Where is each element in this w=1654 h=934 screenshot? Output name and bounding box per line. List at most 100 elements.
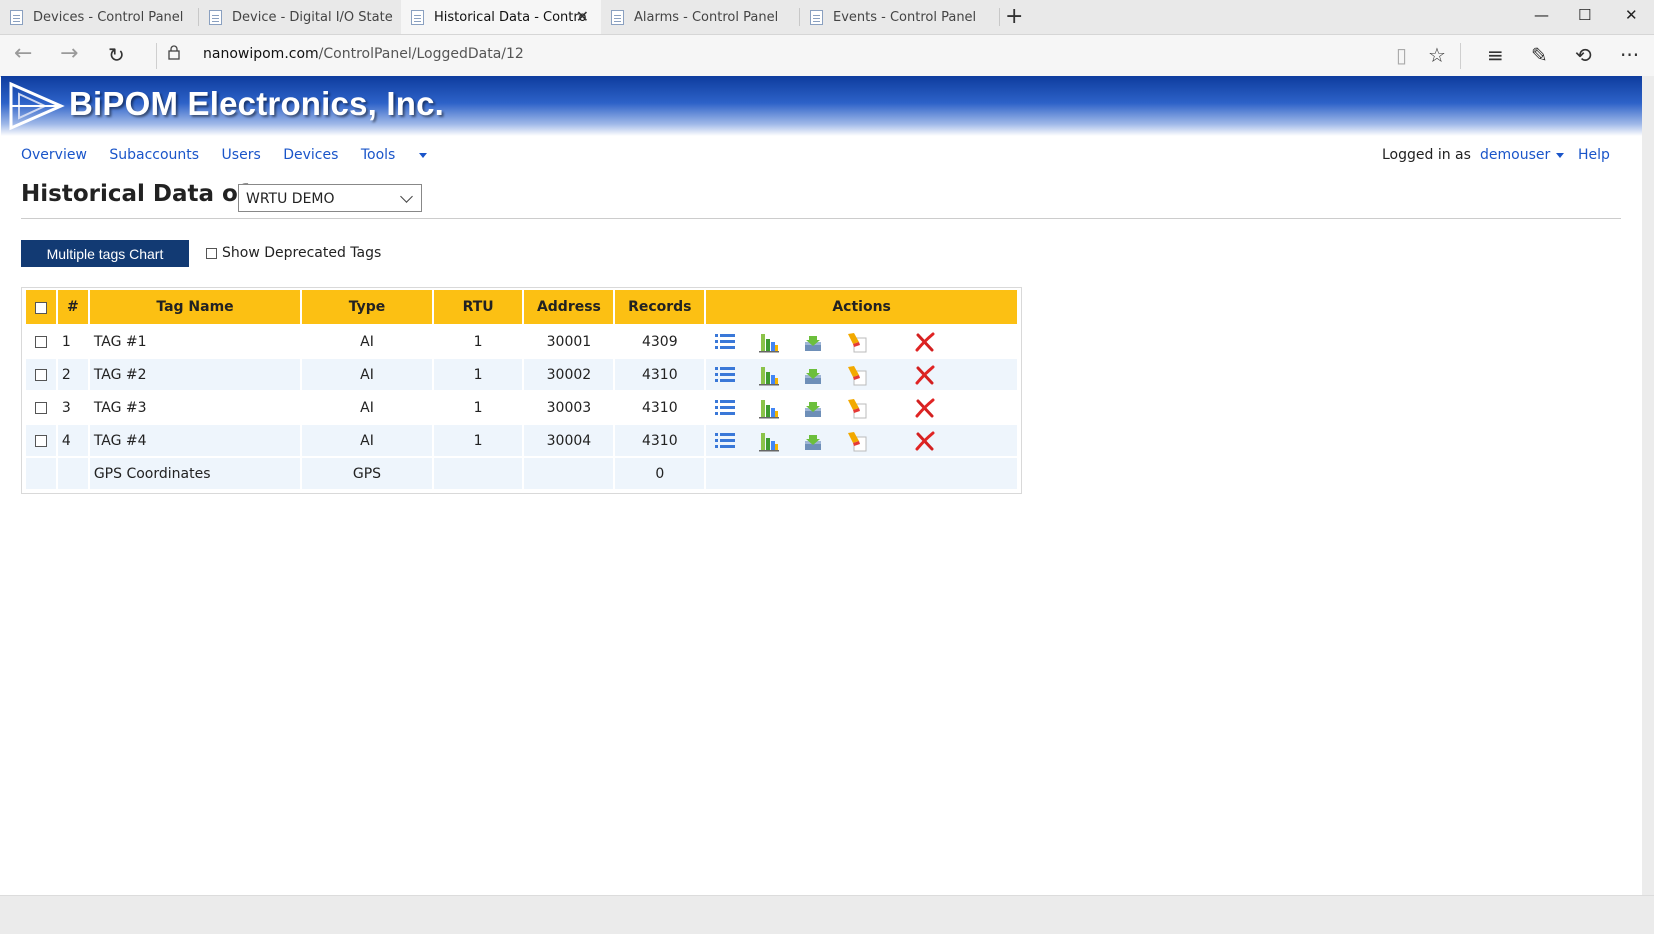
tag-records: 0 <box>615 458 705 491</box>
tab-title: Historical Data - Contro <box>434 9 587 25</box>
nav-subaccounts[interactable]: Subaccounts <box>109 147 199 163</box>
delete-icon[interactable] <box>914 430 936 452</box>
delete-icon[interactable] <box>914 364 936 386</box>
browser-tab-digital-io[interactable]: Device - Digital I/O State <box>199 0 399 34</box>
tag-records: 4310 <box>615 425 705 458</box>
tag-type: AI <box>302 326 432 359</box>
tag-name: GPS Coordinates <box>89 458 301 491</box>
multiple-tags-chart-button[interactable]: Multiple tags Chart <box>21 240 189 267</box>
chevron-down-icon <box>400 190 413 203</box>
clear-icon[interactable] <box>846 430 868 452</box>
new-tab-plus-icon[interactable]: + <box>1005 4 1023 29</box>
browser-tab-strip: Devices - Control Panel Device - Digital… <box>0 0 1654 35</box>
minimize-icon[interactable]: — <box>1534 6 1549 24</box>
row-checkbox[interactable] <box>34 401 47 414</box>
table-row: 4 TAG #4 AI 1 30004 4310 <box>26 425 1017 458</box>
web-note-icon[interactable]: ✎ <box>1531 43 1548 67</box>
delete-icon[interactable] <box>914 397 936 419</box>
list-icon[interactable] <box>714 397 736 419</box>
deprecated-checkbox[interactable] <box>206 247 217 259</box>
download-icon[interactable] <box>802 364 824 386</box>
clear-icon[interactable] <box>846 397 868 419</box>
main-nav: Overview Subaccounts Users Devices Tools <box>21 147 445 163</box>
list-icon[interactable] <box>714 430 736 452</box>
tab-title: Alarms - Control Panel <box>634 9 779 25</box>
column-header[interactable]: RTU <box>433 290 523 326</box>
close-window-icon[interactable]: ✕ <box>1625 6 1638 24</box>
column-header[interactable]: Type <box>302 290 432 326</box>
tag-records: 4309 <box>615 326 705 359</box>
row-number: 2 <box>57 359 88 392</box>
actions-cell <box>706 326 1017 359</box>
download-icon[interactable] <box>802 331 824 353</box>
favorite-star-icon[interactable]: ☆ <box>1428 43 1446 67</box>
more-icon[interactable]: ··· <box>1620 43 1639 67</box>
tag-type: AI <box>302 359 432 392</box>
reading-view-icon[interactable]: ▯ <box>1396 43 1407 67</box>
tag-table: # Tag Name Type RTU Address Records Acti… <box>21 287 1022 494</box>
row-number: 3 <box>57 392 88 425</box>
bar-chart-icon[interactable] <box>758 331 780 353</box>
bar-chart-icon[interactable] <box>758 397 780 419</box>
list-icon[interactable] <box>714 331 736 353</box>
help-link[interactable]: Help <box>1578 147 1610 163</box>
url-host: nanowipom.com <box>203 46 319 62</box>
nav-tools[interactable]: Tools <box>361 147 428 163</box>
share-icon[interactable]: ⟲ <box>1575 43 1592 67</box>
browser-tab-devices[interactable]: Devices - Control Panel <box>0 0 198 34</box>
device-select[interactable]: WRTU DEMO <box>238 184 422 212</box>
table-row: 1 TAG #1 AI 1 30001 4309 <box>26 326 1017 359</box>
clear-icon[interactable] <box>846 331 868 353</box>
row-checkbox[interactable] <box>34 368 47 381</box>
nav-overview[interactable]: Overview <box>21 147 87 163</box>
delete-icon[interactable] <box>914 331 936 353</box>
address-divider <box>1460 43 1461 69</box>
page-icon <box>810 9 823 25</box>
close-tab-icon[interactable]: ✕ <box>576 7 589 26</box>
nav-users[interactable]: Users <box>222 147 261 163</box>
clear-icon[interactable] <box>846 364 868 386</box>
tab-divider <box>999 8 1000 26</box>
user-menu[interactable]: demouser <box>1480 147 1565 163</box>
back-arrow-icon[interactable]: ← <box>14 41 32 66</box>
row-select-cell <box>26 425 56 458</box>
refresh-icon[interactable]: ↻ <box>108 43 125 67</box>
tag-name: TAG #1 <box>89 326 301 359</box>
row-checkbox[interactable] <box>34 434 47 447</box>
bar-chart-icon[interactable] <box>758 364 780 386</box>
nav-devices[interactable]: Devices <box>283 147 338 163</box>
site-banner: BiPOM Electronics, Inc. <box>1 76 1642 136</box>
row-checkbox[interactable] <box>34 335 47 348</box>
actions-cell <box>706 359 1017 392</box>
browser-tab-historical-data[interactable]: Historical Data - Contro ✕ <box>401 0 601 34</box>
forward-arrow-icon[interactable]: → <box>60 41 78 66</box>
browser-tab-alarms[interactable]: Alarms - Control Panel <box>601 0 799 34</box>
table-header-row: # Tag Name Type RTU Address Records Acti… <box>26 290 1017 326</box>
caret-down-icon <box>419 152 428 158</box>
download-icon[interactable] <box>802 430 824 452</box>
hub-icon[interactable]: ≡ <box>1487 43 1504 67</box>
row-actions <box>706 364 1017 386</box>
column-header[interactable]: Address <box>524 290 614 326</box>
bar-chart-icon[interactable] <box>758 430 780 452</box>
column-header[interactable]: Records <box>615 290 705 326</box>
maximize-icon[interactable]: ☐ <box>1578 6 1591 24</box>
device-select-value: WRTU DEMO <box>246 191 335 207</box>
page-icon <box>611 9 624 25</box>
row-select-cell <box>26 392 56 425</box>
tag-type: AI <box>302 425 432 458</box>
page-scrollbar[interactable] <box>1642 76 1654 895</box>
download-icon[interactable] <box>802 397 824 419</box>
url-field[interactable]: nanowipom.com/ControlPanel/LoggedData/12 <box>203 46 524 62</box>
row-select-cell <box>26 359 56 392</box>
tag-name: TAG #3 <box>89 392 301 425</box>
tab-title: Events - Control Panel <box>833 9 977 25</box>
column-header[interactable]: Tag Name <box>89 290 301 326</box>
page-icon <box>411 9 424 25</box>
browser-tab-events[interactable]: Events - Control Panel <box>800 0 999 34</box>
select-all-checkbox[interactable] <box>34 301 47 314</box>
actions-cell <box>706 425 1017 458</box>
table-row: GPS Coordinates GPS 0 <box>26 458 1017 491</box>
list-icon[interactable] <box>714 364 736 386</box>
show-deprecated-toggle[interactable]: Show Deprecated Tags <box>206 245 381 261</box>
